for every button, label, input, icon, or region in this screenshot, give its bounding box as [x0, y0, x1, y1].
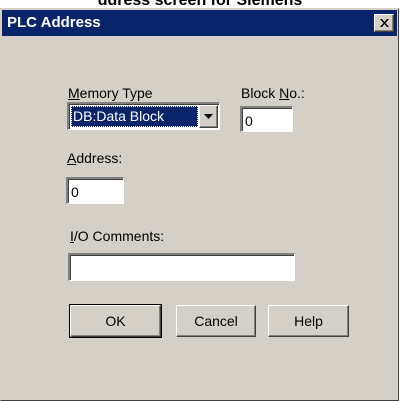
- memory-type-label: Memory Type: [68, 85, 153, 101]
- address-label: Address:: [67, 150, 123, 166]
- memory-type-select[interactable]: DB:Data Block: [67, 102, 220, 130]
- block-no-input[interactable]: [240, 106, 293, 132]
- close-button[interactable]: [374, 14, 394, 32]
- close-icon: [380, 19, 389, 27]
- plc-address-dialog: PLC Address: [0, 8, 399, 401]
- help-button[interactable]: Help: [268, 305, 349, 337]
- dropdown-button[interactable]: [199, 105, 218, 128]
- address-input[interactable]: [66, 177, 124, 204]
- io-comments-input[interactable]: [68, 253, 295, 281]
- memory-type-selected-value: DB:Data Block: [71, 106, 198, 127]
- cancel-button[interactable]: Cancel: [176, 305, 256, 337]
- document-caption: ddress screen for Siemens: [0, 0, 400, 8]
- window-title: PLC Address: [7, 14, 101, 31]
- block-no-label: Block No.:: [241, 85, 305, 101]
- io-comments-label: I/O Comments:: [70, 228, 165, 244]
- title-bar[interactable]: PLC Address: [2, 10, 397, 36]
- chevron-down-icon: [204, 114, 213, 119]
- ok-button[interactable]: OK: [69, 304, 162, 338]
